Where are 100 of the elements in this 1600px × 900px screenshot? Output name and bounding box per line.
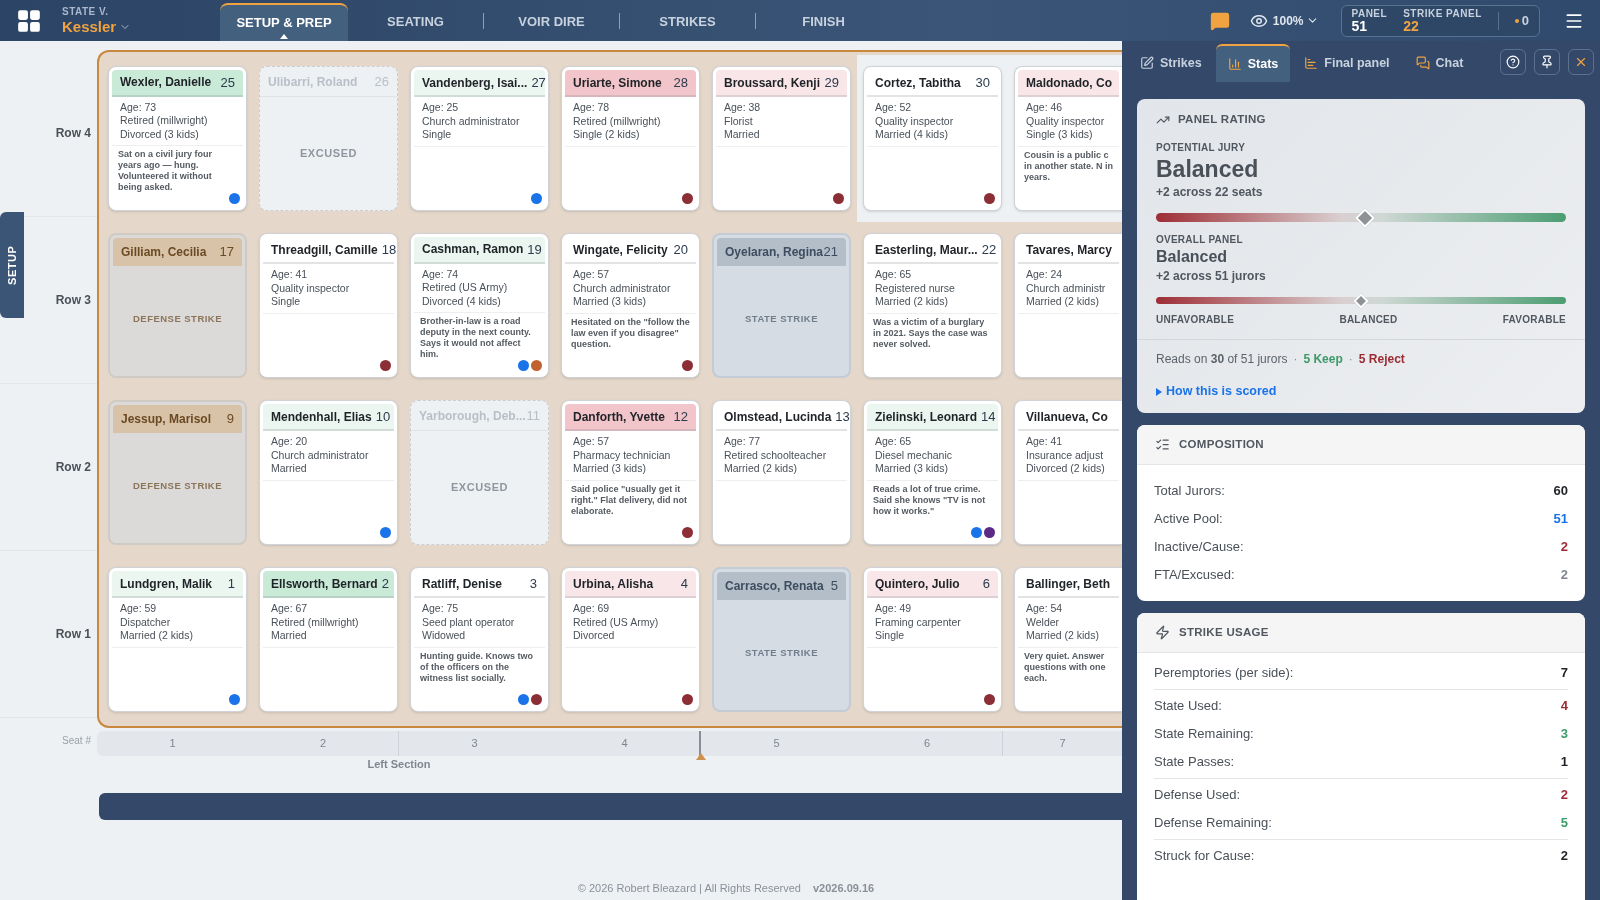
state-strike-card[interactable]: Oyelaran, Regina21 STATE STRIKE: [712, 233, 851, 378]
juror-detail: Age: 69: [573, 602, 611, 616]
juror-detail: Age: 77: [724, 435, 762, 449]
seat-number: 10: [375, 407, 391, 426]
stat-value: 2: [1560, 786, 1568, 805]
juror-card[interactable]: Villanueva, Co Age: 41 Insurance adjust Divorced (2 kids): [1014, 400, 1122, 545]
juror-name: Ballinger, Beth: [1026, 575, 1111, 593]
seat-number-label: 7: [1059, 736, 1066, 752]
juror-card[interactable]: Danforth, Yvette 12 Age: 57 Pharmacy technician Married (3 kids) Said police "usually get it right." Flat delivery, did not elaborate.: [561, 400, 700, 545]
juror-card[interactable]: Uriarte, Simone 28 Age: 78 Retired (millwright) Single (2 kids): [561, 66, 700, 211]
defense-strike-card[interactable]: Jessup, Marisol 9 DEFENSE STRIKE: [108, 400, 247, 545]
juror-card[interactable]: Quintero, Julio 6 Age: 49 Framing carpenter Single: [863, 567, 1002, 712]
juror-card[interactable]: Threadgill, Camille 18 Age: 41 Quality inspector Single: [259, 233, 398, 378]
stat-label: Defense Used:: [1154, 786, 1240, 805]
juror-card[interactable]: Cortez, Tabitha 30 Age: 52 Quality inspector Married (4 kids): [863, 66, 1002, 211]
measure-caption: OVERALL PANEL: [1156, 233, 1244, 248]
seat-number: 1: [227, 574, 235, 593]
stat-value: 51: [1553, 510, 1568, 529]
checklist-icon: [1155, 437, 1170, 452]
juror-detail: Age: 75: [422, 602, 460, 616]
juror-card[interactable]: Olmstead, Lucinda 13 Age: 77 Retired schoolteacher Married (2 kids): [712, 400, 851, 545]
juror-card[interactable]: Wingate, Felicity 20 Age: 57 Church administrator Married (3 kids) Hesitated on the "follow the law even if you disagree" question.: [561, 233, 700, 378]
juror-card[interactable]: Ratliff, Denise 3 Age: 75 Seed plant operator Widowed Hunting guide. Knows two of the officers on the witness list socially.: [410, 567, 549, 712]
juror-card[interactable]: Cashman, Ramon 19 Age: 74 Retired (US Army) Divorced (4 kids) Brother-in-law is a road deputy in the next county. Says it would not affect him.: [410, 233, 549, 378]
reject-count: 5 Reject: [1358, 351, 1405, 369]
juror-detail: Married: [271, 629, 308, 643]
panel-tab[interactable]: Stats: [1215, 44, 1291, 82]
juror-card[interactable]: Vandenberg, Isai... 27 Age: 25 Church administrator Single: [410, 66, 549, 211]
step-tab[interactable]: SETUP & PREP: [220, 3, 348, 41]
juror-detail: Quality inspector: [1026, 114, 1106, 128]
help-icon[interactable]: [1500, 49, 1526, 75]
juror-card[interactable]: Lundgren, Malik 1 Age: 59 Dispatcher Married (2 kids): [108, 567, 247, 712]
seat-number-label: 5: [773, 736, 780, 752]
juror-detail: Seed plant operator: [422, 615, 516, 629]
juror-detail: Single: [422, 128, 453, 142]
juror-name: Wexler, Danielle: [120, 74, 212, 92]
setup-side-tab[interactable]: SETUP: [0, 212, 24, 318]
panel-tab[interactable]: Chat: [1403, 44, 1476, 82]
seat-number: 20: [673, 240, 688, 259]
juror-detail: Married: [271, 462, 308, 476]
panel-tab[interactable]: Strikes: [1128, 44, 1214, 82]
section-label: Left Section: [366, 757, 432, 772]
panel-tab[interactable]: Final panel: [1292, 44, 1402, 82]
keep-count: 5 Keep: [1303, 351, 1343, 369]
triangle-icon: [1156, 387, 1162, 396]
stat-label: Inactive/Cause:: [1154, 538, 1244, 557]
juror-detail: Church administr: [1026, 281, 1107, 295]
juror-name: Tavares, Marcy: [1026, 241, 1112, 259]
juror-name: Carrasco, Renata: [725, 578, 824, 595]
juror-detail: Age: 41: [271, 268, 309, 282]
seat-number: 6: [982, 574, 990, 593]
juror-note: Reads a lot of true crime. Said she knows "TV is not how it works.": [872, 482, 987, 517]
close-icon[interactable]: [1568, 49, 1594, 75]
step-tab[interactable]: VOIR DIRE: [484, 3, 619, 41]
juror-detail: Age: 57: [573, 435, 611, 449]
measure-value: Balanced: [1156, 155, 1260, 184]
status-label: STATE STRIKE: [745, 312, 818, 327]
apps-grid-icon[interactable]: [16, 7, 42, 34]
pin-icon[interactable]: [1534, 49, 1560, 75]
chat-bubble-icon[interactable]: [1209, 10, 1230, 31]
juror-name: Broussard, Kenji: [724, 74, 821, 92]
stat-value: 2: [1560, 847, 1568, 866]
seat-number: 21: [823, 243, 838, 262]
juror-card[interactable]: Zielinski, Leonard 14 Age: 65 Diesel mechanic Married (3 kids) Reads a lot of true crime. Said she knows "TV is not how it works.": [863, 400, 1002, 545]
defense-strike-card[interactable]: Gilliam, Cecilia 17 DEFENSE STRIKE: [108, 233, 247, 378]
juror-note: Brother-in-law is a road deputy in the next county. Says it would not affect him.: [419, 315, 532, 360]
juror-card[interactable]: Easterling, Maur... 22 Age: 65 Registered nurse Married (2 kids) Was a victim of a burglary in 2021. Says the case was never solved.: [863, 233, 1002, 378]
scoring-link[interactable]: How this is scored: [1156, 382, 1566, 401]
juror-name: Threadgill, Camille: [271, 241, 378, 259]
juror-detail: Age: 52: [875, 101, 913, 115]
caret-icon: [280, 34, 288, 39]
juror-note: Was a victim of a burglary in 2021. Says the case was never solved.: [872, 315, 989, 350]
juror-card[interactable]: Maldonado, Co Age: 46 Quality inspector Single (3 kids) Cousin is a public c in another state. N in years.: [1014, 66, 1122, 211]
juror-card[interactable]: Broussard, Kenji 29 Age: 38 Florist Married: [712, 66, 851, 211]
juror-card[interactable]: Ellsworth, Bernard 2 Age: 67 Retired (millwright) Married: [259, 567, 398, 712]
juror-detail: Married (2 kids): [1026, 629, 1100, 643]
juror-card[interactable]: Mendenhall, Elias 10 Age: 20 Church administrator Married: [259, 400, 398, 545]
juror-name: Quintero, Julio: [875, 575, 960, 593]
seat-number: 19: [527, 240, 542, 259]
juror-card[interactable]: Urbina, Alisha 4 Age: 69 Retired (US Army) Divorced: [561, 567, 700, 712]
seat-number: 9: [226, 410, 234, 429]
juror-detail: Framing carpenter: [875, 615, 962, 629]
juror-detail: Age: 65: [875, 268, 913, 282]
juror-name: Mendenhall, Elias: [271, 408, 372, 426]
juror-detail: Single (2 kids): [573, 128, 641, 142]
juror-detail: Retired (US Army): [422, 281, 509, 295]
juror-name: Cashman, Ramon: [422, 241, 524, 259]
juror-detail: Retired (millwright): [573, 114, 662, 128]
seat-number: 17: [219, 243, 234, 262]
step-tab[interactable]: SEATING: [348, 3, 483, 41]
juror-card[interactable]: Wexler, Danielle 25 Age: 73 Retired (millwright) Divorced (3 kids) Sat on a civil jury four years ago — hung. Volunteered it without being asked.: [108, 66, 247, 211]
juror-card[interactable]: Ballinger, Beth Age: 54 Welder Married (2 kids) Very quiet. Answer questions with one each.: [1014, 567, 1122, 712]
case-selector[interactable]: Kessler: [62, 19, 172, 34]
tab-icon: [1415, 56, 1430, 70]
state-strike-card[interactable]: Carrasco, Renata 5 STATE STRIKE: [712, 567, 851, 712]
juror-card[interactable]: Tavares, Marcy Age: 24 Church administr Married (2 kids): [1014, 233, 1122, 378]
zoom-level[interactable]: 100%: [1272, 11, 1319, 30]
step-tab[interactable]: STRIKES: [620, 3, 755, 41]
row-label: Row 1: [55, 626, 91, 643]
step-tab[interactable]: FINISH: [756, 3, 891, 41]
